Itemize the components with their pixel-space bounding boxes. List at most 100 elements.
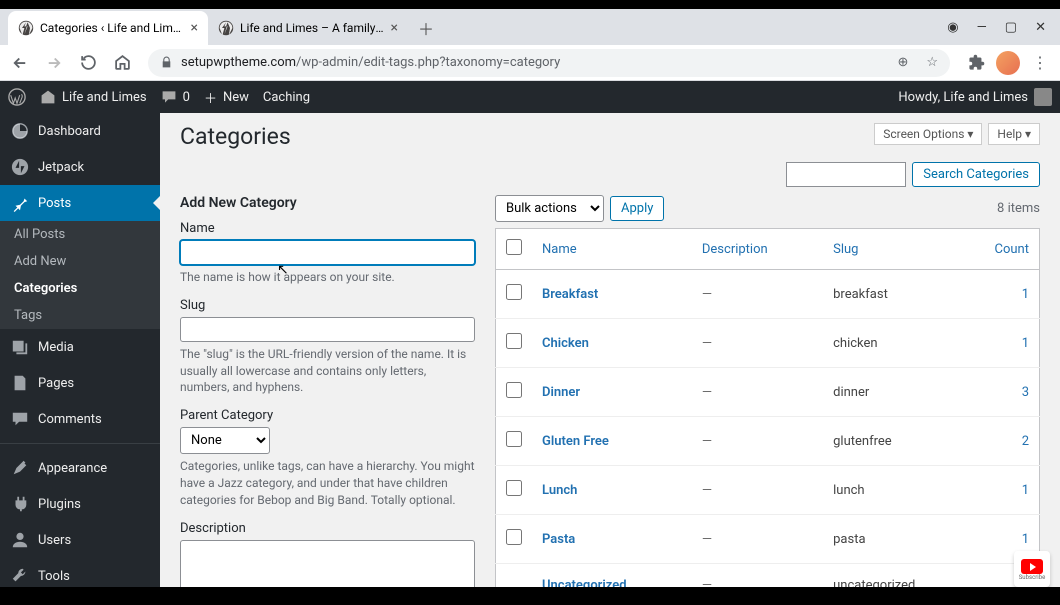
wp-admin-bar: Life and Limes 0 ＋ New Caching Howdy, Li…: [0, 81, 1060, 113]
parent-select[interactable]: None: [180, 427, 270, 454]
apply-button[interactable]: Apply: [610, 196, 664, 221]
row-checkbox[interactable]: [506, 333, 522, 349]
menu-plugins[interactable]: Plugins: [0, 486, 160, 522]
page-title: Categories: [180, 123, 291, 150]
row-checkbox[interactable]: [506, 431, 522, 447]
desc-textarea[interactable]: [180, 540, 475, 587]
category-slug: uncategorized: [823, 564, 979, 588]
screen-options-button[interactable]: Screen Options ▾: [874, 123, 982, 145]
tab-title: Categories ‹ Life and Limes — W: [40, 21, 185, 35]
submenu-categories[interactable]: Categories: [0, 275, 160, 302]
category-count-link[interactable]: 2: [1022, 434, 1029, 449]
menu-pages[interactable]: Pages: [0, 365, 160, 401]
minimize-icon[interactable]: —: [977, 20, 987, 35]
url-host: setupwptheme.com: [181, 55, 296, 70]
youtube-icon: [1021, 559, 1043, 574]
browser-tab-active[interactable]: Categories ‹ Life and Limes — W ×: [8, 11, 208, 45]
category-name-link[interactable]: Lunch: [542, 483, 577, 498]
posts-submenu: All Posts Add New Categories Tags: [0, 221, 160, 329]
pages-icon: [10, 373, 30, 393]
menu-tools[interactable]: Tools: [0, 558, 160, 587]
pin-icon: [10, 193, 30, 213]
menu-appearance[interactable]: Appearance: [0, 450, 160, 486]
row-checkbox[interactable]: [506, 480, 522, 496]
row-checkbox[interactable]: [506, 284, 522, 300]
name-input[interactable]: [180, 240, 475, 265]
dashboard-icon: [10, 121, 30, 141]
category-count-link[interactable]: 1: [1022, 336, 1029, 351]
new-tab-button[interactable]: ＋: [412, 14, 440, 42]
wordpress-icon: [18, 20, 34, 36]
new-link[interactable]: ＋ New: [204, 88, 249, 107]
tools-icon: [10, 566, 30, 586]
category-desc: —: [702, 532, 712, 547]
submenu-all-posts[interactable]: All Posts: [0, 221, 160, 248]
share-icon[interactable]: ⊕: [897, 55, 908, 70]
howdy-link[interactable]: Howdy, Life and Limes: [898, 88, 1052, 106]
wordpress-icon: [218, 20, 234, 36]
appearance-icon: [10, 458, 30, 478]
site-link[interactable]: Life and Limes: [40, 89, 147, 105]
profile-avatar[interactable]: [996, 51, 1020, 75]
back-button[interactable]: [6, 49, 34, 77]
name-label: Name: [180, 221, 475, 236]
maximize-icon[interactable]: ▢: [1005, 20, 1017, 35]
extensions-icon[interactable]: [962, 49, 990, 77]
youtube-badge[interactable]: Subscribe: [1014, 551, 1050, 587]
category-name-link[interactable]: Dinner: [542, 385, 580, 400]
category-slug: breakfast: [823, 270, 979, 319]
slug-input[interactable]: [180, 317, 475, 342]
bulk-actions-select[interactable]: Bulk actions: [495, 195, 604, 222]
menu-media[interactable]: Media: [0, 329, 160, 365]
category-count-link[interactable]: 1: [1022, 483, 1029, 498]
wp-logo-icon[interactable]: [8, 88, 26, 106]
desc-label: Description: [180, 521, 475, 536]
category-name-link[interactable]: Pasta: [542, 532, 575, 547]
col-slug[interactable]: Slug: [833, 242, 858, 257]
home-button[interactable]: [108, 49, 136, 77]
submenu-add-new[interactable]: Add New: [0, 248, 160, 275]
submenu-tags[interactable]: Tags: [0, 302, 160, 329]
category-count-link[interactable]: 3: [1022, 385, 1029, 400]
category-slug: glutenfree: [823, 417, 979, 466]
col-name[interactable]: Name: [542, 242, 577, 257]
browser-tab[interactable]: Life and Limes – A family food bl ×: [208, 11, 408, 45]
comments-link[interactable]: 0: [161, 89, 190, 105]
menu-icon[interactable]: ⋮: [1026, 49, 1054, 77]
record-icon[interactable]: ◉: [947, 20, 958, 35]
category-count-link[interactable]: 1: [1022, 287, 1029, 302]
caching-link[interactable]: Caching: [263, 90, 310, 105]
menu-jetpack[interactable]: Jetpack: [0, 149, 160, 185]
category-name-link[interactable]: Chicken: [542, 336, 589, 351]
search-button[interactable]: Search Categories: [912, 162, 1040, 187]
plugins-icon: [10, 494, 30, 514]
category-name-link[interactable]: Breakfast: [542, 287, 598, 302]
menu-dashboard[interactable]: Dashboard: [0, 113, 160, 149]
forward-button[interactable]: [40, 49, 68, 77]
media-icon: [10, 337, 30, 357]
category-count-link[interactable]: 1: [1022, 532, 1029, 547]
search-input[interactable]: [786, 162, 906, 187]
category-name-link[interactable]: Gluten Free: [542, 434, 609, 449]
menu-users[interactable]: Users: [0, 522, 160, 558]
admin-sidebar: Dashboard Jetpack Posts All Posts Add Ne…: [0, 113, 160, 587]
reload-button[interactable]: [74, 49, 102, 77]
col-count[interactable]: Count: [995, 242, 1029, 257]
item-count: 8 items: [997, 201, 1040, 216]
categories-table: Name Description Slug Count Breakfast — br…: [495, 228, 1040, 587]
user-avatar: [1034, 88, 1052, 106]
help-button[interactable]: Help ▾: [988, 123, 1040, 145]
menu-comments[interactable]: Comments: [0, 401, 160, 437]
col-desc[interactable]: Description: [702, 242, 768, 257]
select-all-checkbox[interactable]: [506, 239, 522, 255]
close-window-icon[interactable]: ✕: [1035, 20, 1046, 35]
close-icon[interactable]: ×: [391, 20, 398, 36]
row-checkbox[interactable]: [506, 529, 522, 545]
name-help: The name is how it appears on your site.: [180, 269, 475, 286]
close-icon[interactable]: ×: [191, 20, 198, 36]
category-name-link[interactable]: Uncategorized: [542, 578, 627, 587]
star-icon[interactable]: ☆: [926, 55, 938, 70]
menu-posts[interactable]: Posts: [0, 185, 160, 221]
url-bar[interactable]: setupwptheme.com/wp-admin/edit-tags.php?…: [148, 49, 950, 77]
row-checkbox[interactable]: [506, 382, 522, 398]
